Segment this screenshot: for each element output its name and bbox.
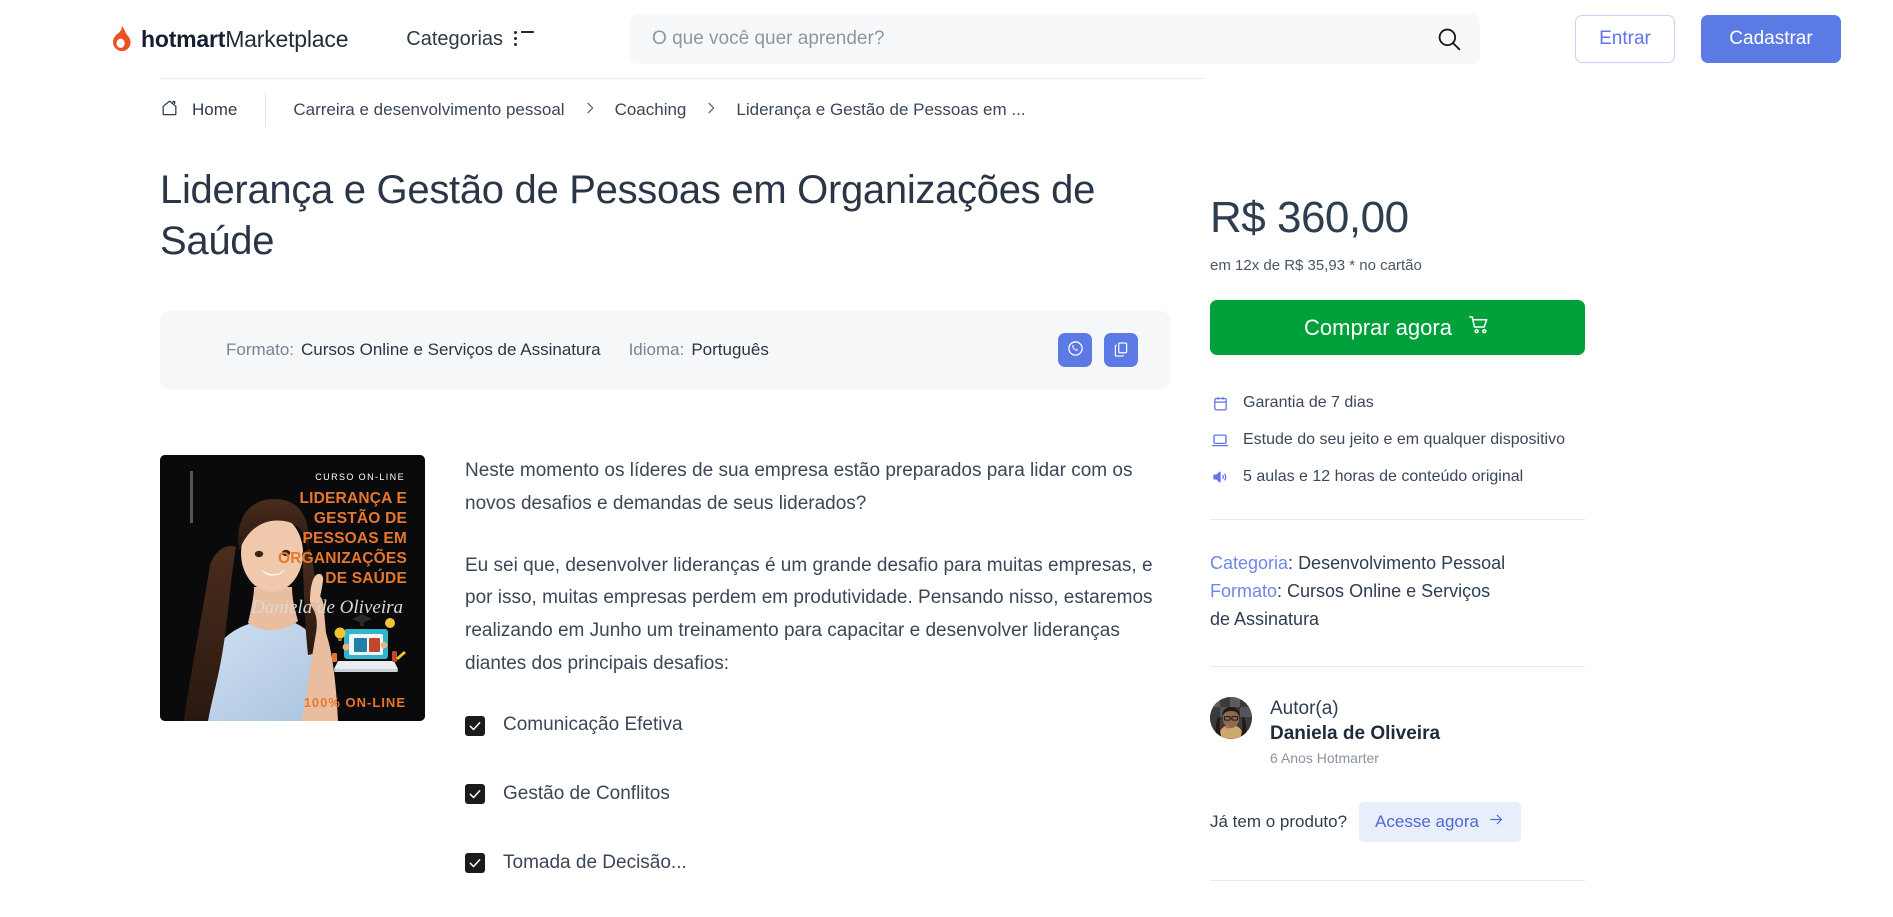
breadcrumb-item-0[interactable]: Carreira e desenvolvimento pessoal	[293, 100, 564, 120]
purchase-sidebar: R$ 360,00 em 12x de R$ 35,93 * no cartão…	[1195, 78, 1893, 917]
description-checklist: Comunicação Efetiva Gestão de Conflitos …	[465, 709, 1177, 879]
benefit-label-2: 5 aulas e 12 horas de conteúdo original	[1243, 468, 1524, 485]
tag-category-sep: :	[1288, 553, 1299, 573]
svg-text:PESSOAS EM: PESSOAS EM	[303, 530, 408, 547]
language-value: Português	[691, 340, 769, 360]
author-name: Daniela de Oliveira	[1270, 723, 1441, 745]
login-button[interactable]: Entrar	[1575, 15, 1675, 63]
breadcrumb-home[interactable]: Home	[160, 93, 267, 127]
search-input[interactable]	[652, 28, 1459, 50]
svg-text:DE SAÚDE: DE SAÚDE	[325, 569, 407, 587]
laptop-icon	[1210, 430, 1230, 450]
site-header: hotmartMarketplace Categorias Entrar Cad…	[0, 0, 1893, 78]
description-paragraph-1: Eu sei que, desenvolver lideranças é um …	[465, 554, 1153, 674]
author-info: Autor(a) Daniela de Oliveira 6 Anos Hotm…	[1270, 697, 1440, 767]
speaker-icon	[1210, 467, 1230, 487]
categories-menu[interactable]: Categorias	[406, 27, 535, 51]
home-icon	[160, 98, 179, 122]
tag-category-value: Desenvolvimento Pessoal	[1298, 553, 1506, 573]
cover-eyebrow: CURSO ON-LINE	[315, 472, 405, 482]
access-now-button[interactable]: Acesse agora	[1359, 802, 1521, 843]
main-column: Home Carreira e desenvolvimento pessoal …	[0, 78, 1205, 917]
benefit-label-0: Garantia de 7 dias	[1243, 394, 1374, 411]
list-icon	[514, 31, 535, 47]
breadcrumb: Home Carreira e desenvolvimento pessoal …	[160, 79, 1195, 141]
description-paragraph-0: Neste momento os líderes de sua empresa …	[465, 460, 1133, 515]
categories-label: Categorias	[406, 27, 504, 50]
check-icon	[465, 715, 485, 736]
language-label: Idioma:	[628, 340, 685, 360]
page-title: Liderança e Gestão de Pessoas em Organiz…	[160, 168, 1096, 264]
product-cover-image: CURSO ON-LINE LIDERANÇA E GESTÃO DE PESS…	[160, 455, 425, 722]
format-label: Formato:	[226, 340, 295, 360]
breadcrumb-item-2: Liderança e Gestão de Pessoas em ...	[736, 100, 1026, 119]
price: R$ 360,00	[1210, 193, 1409, 242]
sidebar-divider-3	[1210, 880, 1585, 882]
brand-logo[interactable]: hotmartMarketplace	[110, 26, 348, 53]
share-copy-button[interactable]	[1104, 333, 1138, 368]
tag-format: Formato: Cursos Online e Serviços de Ass…	[1210, 578, 1510, 634]
copy-icon	[1112, 340, 1130, 361]
product-content: CURSO ON-LINE LIDERANÇA E GESTÃO DE PESS…	[160, 455, 1195, 915]
chevron-right-icon-2	[703, 100, 719, 120]
cover-artwork: CURSO ON-LINE LIDERANÇA E GESTÃO DE PESS…	[160, 455, 425, 722]
product-tags: Categoria: Desenvolvimento Pessoal Forma…	[1210, 550, 1510, 634]
checklist-label-0: Comunicação Efetiva	[503, 714, 683, 736]
sidebar-divider-2	[1210, 665, 1585, 667]
buy-now-label: Comprar agora	[1304, 314, 1452, 340]
checklist-item: Comunicação Efetiva	[465, 709, 1177, 742]
checklist-item: Tomada de Decisão...	[465, 847, 1177, 880]
cover-badge: 100% ON-LINE	[304, 695, 406, 710]
svg-text:ORGANIZAÇÕES: ORGANIZAÇÕES	[278, 549, 407, 567]
benefit-item: Estude do seu jeito e em qualquer dispos…	[1210, 430, 1838, 450]
product-meta-bar: Formato: Cursos Online e Serviços de Ass…	[160, 311, 1170, 390]
cover-signature: Daniela de Oliveira	[250, 597, 403, 618]
brand-name-bold: hotmart	[141, 25, 226, 52]
share-whatsapp-button[interactable]	[1058, 333, 1092, 368]
flame-icon	[110, 26, 132, 52]
format-value: Cursos Online e Serviços de Assinatura	[301, 340, 601, 360]
access-question: Já tem o produto?	[1210, 812, 1348, 832]
product-description: Neste momento os líderes de sua empresa …	[465, 455, 1177, 915]
breadcrumb-home-label: Home	[192, 100, 238, 119]
benefit-label-1: Estude do seu jeito e em qualquer dispos…	[1243, 431, 1565, 448]
cart-icon	[1468, 313, 1491, 342]
chevron-right-icon	[582, 100, 598, 120]
tag-category: Categoria: Desenvolvimento Pessoal	[1210, 550, 1510, 578]
tag-category-key[interactable]: Categoria	[1210, 553, 1288, 573]
benefits-list: Garantia de 7 dias Estude do seu jeito e…	[1210, 393, 1838, 487]
signup-button[interactable]: Cadastrar	[1701, 15, 1841, 63]
checklist-label-1: Gestão de Conflitos	[503, 783, 670, 805]
tag-format-key[interactable]: Formato	[1210, 581, 1277, 601]
arrow-right-icon	[1488, 811, 1505, 833]
already-have-product-row: Já tem o produto? Acesse agora	[1210, 802, 1838, 843]
author-tenure: 6 Anos Hotmarter	[1270, 750, 1379, 767]
checklist-item: Gestão de Conflitos	[465, 778, 1177, 811]
search-bar[interactable]	[630, 14, 1481, 64]
calendar-icon	[1210, 393, 1230, 413]
benefit-item: 5 aulas e 12 horas de conteúdo original	[1210, 467, 1838, 487]
brand-name-light: Marketplace	[225, 25, 349, 52]
check-icon	[465, 784, 485, 805]
svg-text:LIDERANÇA E: LIDERANÇA E	[299, 490, 407, 507]
search-icon[interactable]	[1434, 24, 1464, 54]
breadcrumb-item-1[interactable]: Coaching	[615, 100, 687, 120]
author-role: Autor(a)	[1270, 697, 1339, 719]
installments-text: em 12x de R$ 35,93 * no cartão	[1210, 257, 1422, 274]
avatar	[1210, 696, 1252, 739]
check-icon	[465, 853, 485, 874]
tag-format-sep: :	[1277, 580, 1288, 601]
author-block[interactable]: Autor(a) Daniela de Oliveira 6 Anos Hotm…	[1210, 696, 1838, 767]
whatsapp-icon	[1066, 339, 1085, 361]
brand-text: hotmartMarketplace	[141, 26, 348, 53]
benefit-item: Garantia de 7 dias	[1210, 393, 1838, 413]
page-body: Home Carreira e desenvolvimento pessoal …	[0, 78, 1893, 917]
sidebar-divider-1	[1210, 519, 1585, 520]
buy-now-button[interactable]: Comprar agora	[1210, 300, 1585, 355]
svg-text:GESTÃO DE: GESTÃO DE	[314, 509, 407, 527]
access-now-label: Acesse agora	[1375, 812, 1479, 832]
checklist-label-2: Tomada de Decisão...	[503, 851, 687, 873]
